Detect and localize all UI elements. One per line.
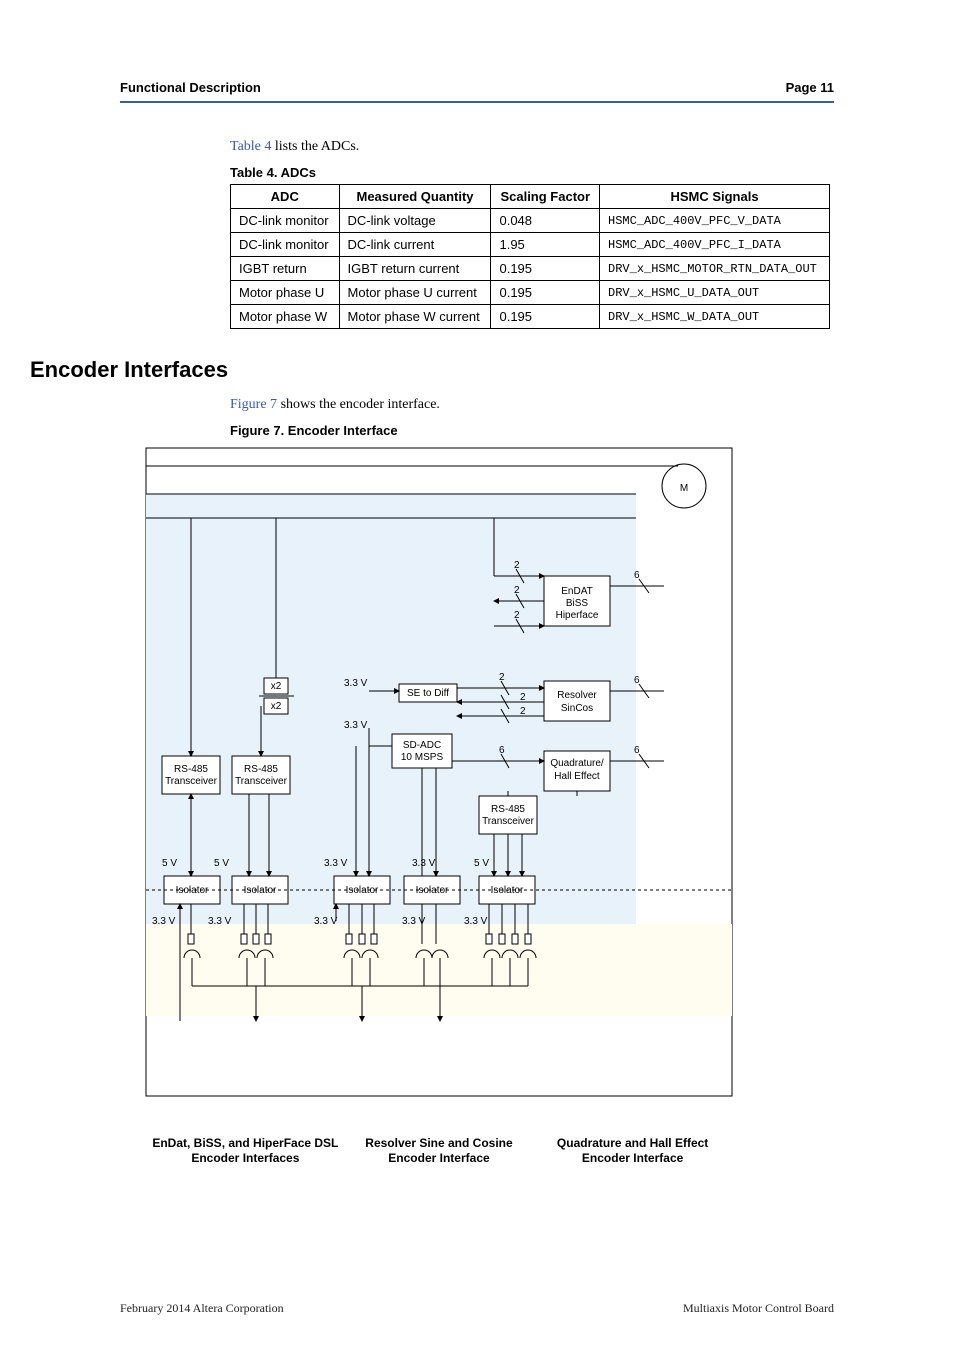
v33-b: 3.3 V <box>344 720 368 731</box>
cell-sf: 1.95 <box>491 233 600 257</box>
cell-mq: Motor phase W current <box>339 305 491 329</box>
table4-caption: Table 4. ADCs <box>230 165 834 180</box>
header-right: Page 11 <box>786 80 834 95</box>
cell-mq: DC-link current <box>339 233 491 257</box>
table-row: DC-link monitorDC-link voltage0.048HSMC_… <box>231 209 830 233</box>
bus-u1: 2 <box>514 560 520 571</box>
figure7-link[interactable]: Figure 7 <box>230 397 277 412</box>
cell-sf: 0.048 <box>491 209 600 233</box>
bus-sd-a: 2 <box>499 672 505 683</box>
bus-u2: 2 <box>514 585 520 596</box>
table-row: Motor phase WMotor phase W current0.195D… <box>231 305 830 329</box>
sdadc-l1: SD-ADC <box>403 740 441 751</box>
cell-mq: IGBT return current <box>339 257 491 281</box>
v33-c: 3.3 V <box>324 858 348 869</box>
table4-intro: Table 4 lists the ADCs. <box>230 139 834 155</box>
v33-g: 3.3 V <box>314 916 338 927</box>
header-left: Functional Description <box>120 80 261 95</box>
th-sf: Scaling Factor <box>491 185 600 209</box>
figure7-intro: Figure 7 shows the encoder interface. <box>230 397 834 413</box>
table4-intro-rest: lists the ADCs. <box>271 139 359 154</box>
resolver-l2: SinCos <box>561 703 593 714</box>
bus-sd-b: 2 <box>520 692 526 703</box>
table-row: DC-link monitorDC-link current1.95HSMC_A… <box>231 233 830 257</box>
v5-b: 5 V <box>214 858 229 869</box>
th-sig: HSMC Signals <box>600 185 830 209</box>
table4-link[interactable]: Table 4 <box>230 139 271 154</box>
cell-sig: DRV_x_HSMC_W_DATA_OUT <box>600 305 830 329</box>
fig-bottom-l3: Quadrature and Hall Effect Encoder Inter… <box>537 1136 728 1166</box>
cell-adc: IGBT return <box>231 257 340 281</box>
rs485-2b: Transceiver <box>235 776 288 787</box>
rs485-2a: RS-485 <box>244 764 278 775</box>
quad-l2: Hall Effect <box>554 771 600 782</box>
bus-sdadc: 6 <box>499 745 505 756</box>
rs485-1a: RS-485 <box>174 764 208 775</box>
cell-mq: DC-link voltage <box>339 209 491 233</box>
table-row: Motor phase UMotor phase U current0.195D… <box>231 281 830 305</box>
cell-sf: 0.195 <box>491 257 600 281</box>
endat-l1: EnDAT <box>561 586 593 597</box>
v33-e: 3.3 V <box>152 916 176 927</box>
sdadc-l2: 10 MSPS <box>401 752 444 763</box>
figure7-diagram: M EnDAT BiSS Hiperface 6 Resolver SinCos… <box>144 446 734 1166</box>
cell-sf: 0.195 <box>491 281 600 305</box>
se-to-diff: SE to Diff <box>407 688 449 699</box>
v5-c: 5 V <box>474 858 489 869</box>
table-row: IGBT returnIGBT return current0.195DRV_x… <box>231 257 830 281</box>
quad-l1: Quadrature/ <box>550 758 604 769</box>
v33-f: 3.3 V <box>208 916 232 927</box>
section-title: Encoder Interfaces <box>30 357 834 383</box>
cell-adc: DC-link monitor <box>231 233 340 257</box>
cell-sig: DRV_x_HSMC_MOTOR_RTN_DATA_OUT <box>600 257 830 281</box>
x2-top: x2 <box>271 681 282 692</box>
x2-bot: x2 <box>271 701 282 712</box>
v33-d: 3.3 V <box>412 858 436 869</box>
v33-a: 3.3 V <box>344 678 368 689</box>
bus-conn2: 6 <box>634 675 640 686</box>
table4: ADC Measured Quantity Scaling Factor HSM… <box>230 184 830 329</box>
figure7-intro-rest: shows the encoder interface. <box>277 397 440 412</box>
page-footer: February 2014 Altera Corporation Multiax… <box>120 1301 834 1316</box>
isolator-label: Isolator <box>416 885 449 896</box>
fig-bottom-l1: EnDat, BiSS, and HiperFace DSL Encoder I… <box>150 1136 341 1166</box>
bus-sd-c: 2 <box>520 706 526 717</box>
isolator-label: Isolator <box>176 885 209 896</box>
endat-l3: Hiperface <box>556 610 599 621</box>
cell-sf: 0.195 <box>491 305 600 329</box>
cell-adc: Motor phase W <box>231 305 340 329</box>
cell-adc: DC-link monitor <box>231 209 340 233</box>
fig-bottom-l2: Resolver Sine and Cosine Encoder Interfa… <box>344 1136 535 1166</box>
bus-conn1: 6 <box>634 570 640 581</box>
motor-label: M <box>680 483 688 494</box>
table-header-row: ADC Measured Quantity Scaling Factor HSM… <box>231 185 830 209</box>
footer-right: Multiaxis Motor Control Board <box>683 1301 834 1316</box>
v33-i: 3.3 V <box>464 916 488 927</box>
page-header: Functional Description Page 11 <box>120 80 834 103</box>
rs485-1b: Transceiver <box>165 776 218 787</box>
cell-sig: HSMC_ADC_400V_PFC_V_DATA <box>600 209 830 233</box>
footer-left: February 2014 Altera Corporation <box>120 1301 284 1316</box>
resolver-l1: Resolver <box>557 690 597 701</box>
bus-u3: 2 <box>514 610 520 621</box>
th-mq: Measured Quantity <box>339 185 491 209</box>
cell-sig: HSMC_ADC_400V_PFC_I_DATA <box>600 233 830 257</box>
rs485-3b: Transceiver <box>482 816 535 827</box>
v5-a: 5 V <box>162 858 177 869</box>
cell-mq: Motor phase U current <box>339 281 491 305</box>
cell-adc: Motor phase U <box>231 281 340 305</box>
bus-conn3: 6 <box>634 745 640 756</box>
endat-l2: BiSS <box>566 598 589 609</box>
cell-sig: DRV_x_HSMC_U_DATA_OUT <box>600 281 830 305</box>
figure7-caption: Figure 7. Encoder Interface <box>230 423 834 438</box>
th-adc: ADC <box>231 185 340 209</box>
rs485-3a: RS-485 <box>491 804 525 815</box>
